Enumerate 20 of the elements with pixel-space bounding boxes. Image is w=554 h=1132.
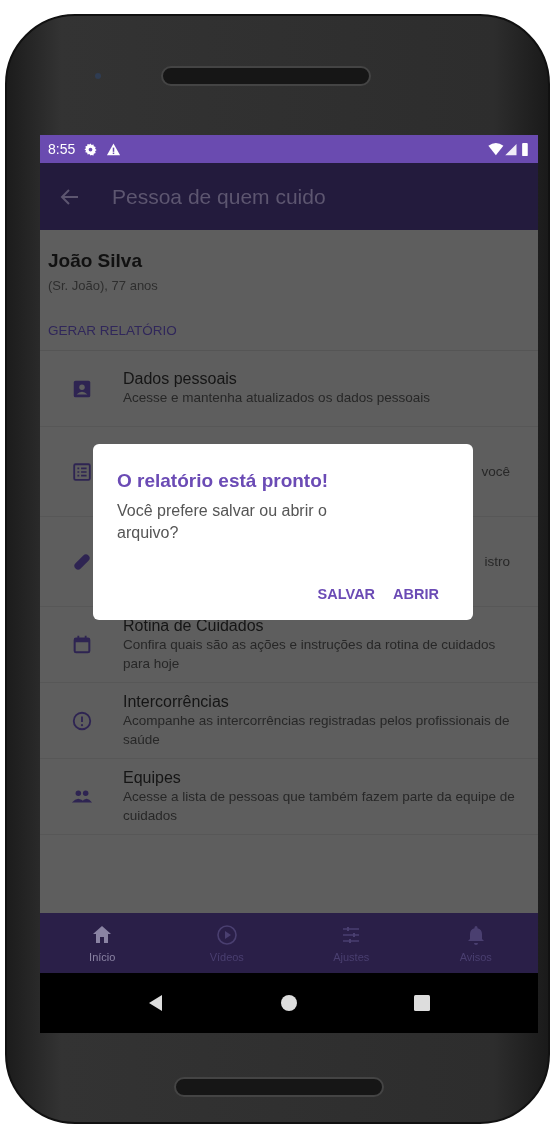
menu-item-title: Dados pessoais xyxy=(123,370,237,388)
exclamation-circle-icon xyxy=(70,709,93,732)
dialog-title: O relatório está pronto! xyxy=(117,470,330,492)
signal-icons xyxy=(488,141,530,157)
camera-dot xyxy=(95,72,101,79)
recents-square-icon[interactable] xyxy=(411,993,432,1013)
dialog-button[interactable]: SALVAR xyxy=(313,580,380,608)
person-name: João Silva xyxy=(48,250,142,272)
dialog-button[interactable]: ABRIR xyxy=(389,580,443,608)
list-icon xyxy=(70,460,93,483)
dialog-message: Você prefere salvar ou abrir o arquivo? xyxy=(117,501,328,543)
play-circle-icon xyxy=(214,923,239,947)
menu-item-title: Intercorrências xyxy=(123,692,229,711)
status-time: 8:55 xyxy=(48,141,76,157)
gear-icon xyxy=(83,141,99,157)
screen-title: Pessoa de quem cuido xyxy=(112,184,326,209)
home-circle-icon[interactable] xyxy=(279,993,299,1013)
menu-item-title: Equipes xyxy=(123,768,181,787)
nav-tab[interactable]: Início xyxy=(40,913,165,973)
warning-icon xyxy=(106,141,122,157)
